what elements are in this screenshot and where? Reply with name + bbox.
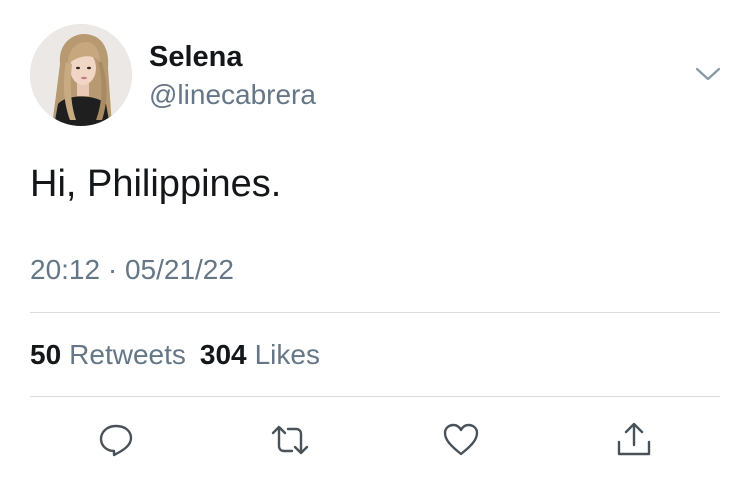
likes-stat[interactable]: 304 Likes xyxy=(200,337,320,373)
retweets-label: Retweets xyxy=(69,339,186,370)
display-name[interactable]: Selena xyxy=(149,40,243,74)
avatar-photo xyxy=(30,24,132,126)
tweet-text: Hi, Philippines. xyxy=(30,163,282,205)
divider xyxy=(30,396,720,397)
chevron-down-icon[interactable] xyxy=(694,62,722,86)
likes-label: Likes xyxy=(254,339,320,370)
divider xyxy=(30,312,720,313)
likes-count: 304 xyxy=(199,339,247,370)
retweets-count: 50 xyxy=(30,339,62,370)
avatar[interactable] xyxy=(30,24,132,126)
retweets-stat[interactable]: 50 Retweets xyxy=(30,337,186,373)
tweet-stats: 50 Retweets 304 Likes xyxy=(30,337,320,373)
share-icon[interactable] xyxy=(614,420,654,460)
user-handle[interactable]: @linecabrera xyxy=(149,78,316,112)
heart-icon[interactable] xyxy=(441,420,481,460)
reply-icon[interactable] xyxy=(96,420,136,460)
retweet-icon[interactable] xyxy=(270,420,310,460)
tweet-timestamp[interactable]: 20:12 · 05/21/22 xyxy=(30,253,234,287)
